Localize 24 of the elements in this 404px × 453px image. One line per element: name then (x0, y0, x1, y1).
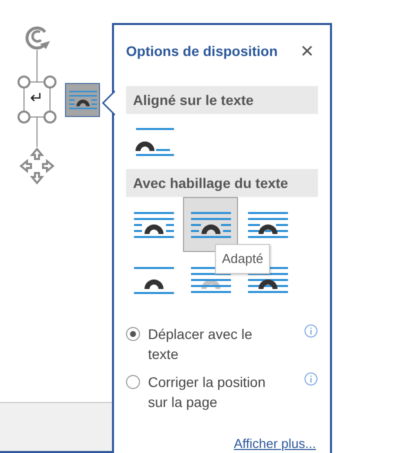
selection-frame-drawing[interactable] (18, 50, 56, 148)
section-heading: Aligné sur le texte (126, 86, 318, 114)
text-wrap-icon (68, 89, 96, 111)
text-wrap-icon (134, 210, 174, 240)
paragraph-mark: ↵ (30, 91, 43, 107)
text-wrap-icon (248, 210, 288, 240)
wrap-option-button[interactable] (183, 197, 238, 252)
text-wrap-icon (134, 264, 174, 294)
show-more-link[interactable]: Afficher plus... (234, 434, 316, 453)
radio-button[interactable] (126, 375, 140, 389)
radio-label[interactable]: Corriger la position sur la page (148, 372, 283, 412)
layout-options-button[interactable] (65, 83, 100, 117)
inline-wrap-icon (134, 126, 174, 156)
rotate-handle-icon[interactable] (26, 26, 50, 50)
section-heading: Avec habillage du texte (126, 169, 318, 197)
panel-title: Options de disposition (126, 42, 278, 61)
text-wrap-icon (190, 264, 230, 294)
radio-button[interactable] (126, 327, 140, 341)
text-wrap-icon (190, 210, 230, 240)
radio-label[interactable]: Déplacer avec le texte (148, 324, 283, 364)
tooltip: Adapté (215, 244, 270, 274)
close-button[interactable]: ✕ (296, 43, 318, 60)
text-wrap-icon (248, 264, 288, 294)
move-icon[interactable] (19, 147, 55, 185)
